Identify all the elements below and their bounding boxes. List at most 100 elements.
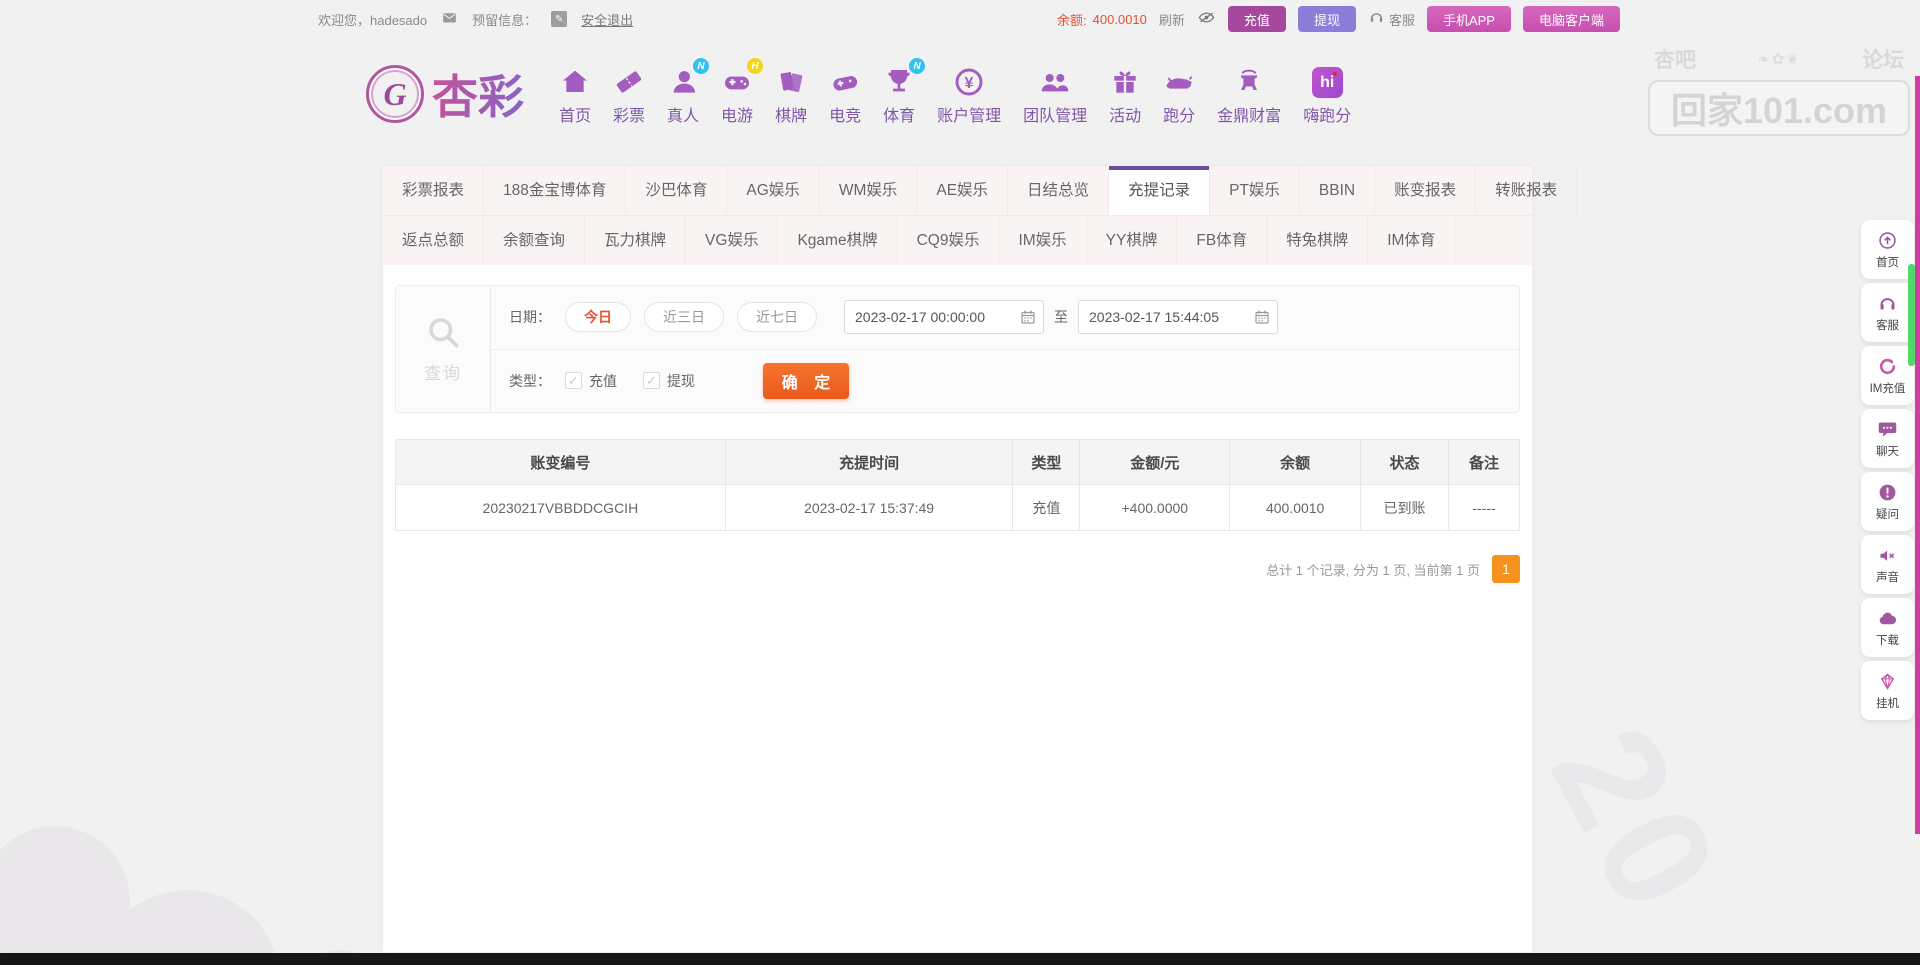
topbar: 欢迎您，hadesado 预留信息： ✎ 安全退出 余额: 400.0010 刷… bbox=[0, 0, 1920, 38]
tab-ae-yule[interactable]: AE娱乐 bbox=[917, 166, 1009, 215]
nav-item-account[interactable]: ¥ 账户管理 bbox=[937, 62, 1001, 126]
tab-cq9-yule[interactable]: CQ9娱乐 bbox=[898, 216, 1000, 265]
nav-item-promotions[interactable]: 活动 bbox=[1109, 62, 1141, 126]
magnifier-icon bbox=[425, 314, 461, 355]
deposit-button[interactable]: 充值 bbox=[1227, 6, 1286, 32]
badge-n: N bbox=[693, 58, 710, 74]
tab-im-yule[interactable]: IM娱乐 bbox=[999, 216, 1087, 265]
pencil-icon[interactable]: ✎ bbox=[551, 11, 568, 27]
nav-item-hipaofen[interactable]: hi 嗨跑分 bbox=[1303, 62, 1351, 126]
tab-fb-tiyu[interactable]: FB体育 bbox=[1177, 216, 1268, 265]
tab-zhuanzhang-baobiao[interactable]: 转账报表 bbox=[1476, 166, 1578, 215]
col-header-status: 状态 bbox=[1360, 439, 1449, 485]
tab-yy-qipai[interactable]: YY棋牌 bbox=[1087, 216, 1178, 265]
tab-wm-yule[interactable]: WM娱乐 bbox=[820, 166, 918, 215]
sidebar-item-download[interactable]: 下载 bbox=[1861, 598, 1914, 657]
mail-icon[interactable] bbox=[441, 9, 458, 29]
nav-item-cards[interactable]: 棋牌 bbox=[775, 62, 807, 126]
search-column: 查询 bbox=[396, 286, 491, 412]
main-nav: 首页 彩票 N 真人 H 电游 棋牌 电竞 N 体育 ¥ 账户管理 团队管理 活… bbox=[548, 58, 1362, 126]
tab-rijie-zonglan[interactable]: 日结总览 bbox=[1008, 166, 1110, 215]
nav-item-sports[interactable]: N 体育 bbox=[883, 58, 926, 126]
refresh-link[interactable]: 刷新 bbox=[1159, 10, 1185, 29]
date-to-wrap bbox=[1078, 300, 1278, 335]
nav-item-paofen[interactable]: 跑分 bbox=[1163, 62, 1195, 126]
sidebar-label: 声音 bbox=[1876, 572, 1899, 584]
badge-n: N bbox=[909, 58, 926, 74]
tab-yue-chaxun[interactable]: 余额查询 bbox=[484, 216, 586, 265]
tab-ag-yule[interactable]: AG娱乐 bbox=[727, 166, 820, 215]
scrollbar-thumb[interactable] bbox=[1908, 264, 1915, 366]
arrow-up-circle-icon bbox=[1877, 229, 1898, 251]
confirm-button[interactable]: 确 定 bbox=[763, 362, 849, 399]
nav-label: 嗨跑分 bbox=[1303, 108, 1352, 125]
pc-client-button[interactable]: 电脑客户端 bbox=[1522, 6, 1620, 32]
headset-icon bbox=[1877, 292, 1898, 314]
tab-tetu-qipai[interactable]: 特兔棋牌 bbox=[1267, 216, 1369, 265]
nav-item-egames[interactable]: H 电游 bbox=[721, 58, 764, 126]
balance-label: 余额: bbox=[1057, 12, 1087, 28]
withdraw-checkbox[interactable]: ✓ 提现 bbox=[643, 371, 695, 391]
quick-7days-button[interactable]: 近七日 bbox=[737, 302, 817, 333]
sidebar-item-service[interactable]: 客服 bbox=[1861, 283, 1914, 342]
live-dealer-icon: N bbox=[667, 58, 710, 98]
gift-icon bbox=[1109, 62, 1141, 98]
esports-gamepad-icon bbox=[829, 62, 861, 98]
nav-item-live[interactable]: N 真人 bbox=[667, 58, 710, 126]
logout-link[interactable]: 安全退出 bbox=[581, 10, 633, 29]
tab-zhangbian-baobiao[interactable]: 账变报表 bbox=[1375, 166, 1477, 215]
tab-vg-yule[interactable]: VG娱乐 bbox=[686, 216, 779, 265]
sidebar-item-question[interactable]: 疑问 bbox=[1861, 472, 1914, 531]
to-label: 至 bbox=[1054, 309, 1068, 326]
floating-sidebar: 首页 客服 IM充值 聊天 疑问 声音 下载 挂机 bbox=[1861, 220, 1914, 724]
nav-item-jinding[interactable]: 金鼎财富 bbox=[1217, 62, 1281, 126]
tab-im-tiyu[interactable]: IM体育 bbox=[1368, 216, 1456, 265]
nav-item-team[interactable]: 团队管理 bbox=[1023, 62, 1087, 126]
diamond-icon bbox=[1877, 670, 1898, 692]
cell-remark: ----- bbox=[1448, 484, 1520, 531]
page-1-button[interactable]: 1 bbox=[1492, 555, 1520, 583]
sidebar-label: 聊天 bbox=[1876, 446, 1899, 458]
mobile-app-button[interactable]: 手机APP bbox=[1426, 6, 1511, 32]
customer-service-link[interactable]: 客服 bbox=[1368, 9, 1415, 29]
decor-big-number: 20 bbox=[1519, 701, 1754, 942]
nav-label: 活动 bbox=[1109, 108, 1142, 125]
nav-item-lottery[interactable]: 彩票 bbox=[613, 62, 645, 126]
tab-fandian-zonge[interactable]: 返点总额 bbox=[383, 216, 485, 265]
tab-188-jinbaobo[interactable]: 188金宝博体育 bbox=[484, 166, 627, 215]
nav-item-esports[interactable]: 电竞 bbox=[829, 62, 861, 126]
tab-caipiao-baobiao[interactable]: 彩票报表 bbox=[383, 166, 485, 215]
watermark-domain: 回家101.com bbox=[1648, 80, 1910, 136]
sidebar-item-im-recharge[interactable]: IM充值 bbox=[1861, 346, 1914, 405]
site-logo[interactable]: G 杏彩 bbox=[366, 61, 524, 127]
sidebar-item-hangup[interactable]: 挂机 bbox=[1861, 661, 1914, 720]
cloud-download-icon bbox=[1877, 607, 1898, 629]
tab-pt-yule[interactable]: PT娱乐 bbox=[1210, 166, 1300, 215]
sidebar-item-sound[interactable]: 声音 bbox=[1861, 535, 1914, 594]
sidebar-item-chat[interactable]: 聊天 bbox=[1861, 409, 1914, 468]
tab-kgame-qipai[interactable]: Kgame棋牌 bbox=[778, 216, 898, 265]
tab-wali-qipai[interactable]: 瓦力棋牌 bbox=[585, 216, 687, 265]
deposit-checkbox[interactable]: ✓ 充值 bbox=[565, 371, 617, 391]
nav-label: 体育 bbox=[883, 108, 916, 125]
table-row: 20230217VBBDDCGCIH 2023-02-17 15:37:49 充… bbox=[395, 484, 1520, 531]
sidebar-item-home[interactable]: 首页 bbox=[1861, 220, 1914, 279]
tab-chuti-jilu-active[interactable]: 充提记录 bbox=[1109, 166, 1211, 215]
cell-record-id: 20230217VBBDDCGCIH bbox=[395, 484, 726, 531]
tab-bbin[interactable]: BBIN bbox=[1300, 166, 1376, 215]
nav-item-home[interactable]: 首页 bbox=[559, 62, 591, 126]
tab-shaba-tiyu[interactable]: 沙巴体育 bbox=[626, 166, 728, 215]
rhino-icon bbox=[1163, 62, 1195, 98]
table-header-row: 账变编号 充提时间 类型 金额/元 余额 状态 备注 bbox=[395, 439, 1520, 485]
withdraw-button[interactable]: 提现 bbox=[1297, 6, 1356, 32]
col-header-balance: 余额 bbox=[1229, 439, 1362, 485]
cell-time: 2023-02-17 15:37:49 bbox=[724, 484, 1014, 531]
date-to-input[interactable] bbox=[1078, 300, 1278, 335]
nav-label: 团队管理 bbox=[1023, 108, 1088, 125]
quick-today-button[interactable]: 今日 bbox=[565, 302, 631, 333]
quick-3days-button[interactable]: 近三日 bbox=[644, 302, 724, 333]
date-from-input[interactable] bbox=[844, 300, 1044, 335]
type-label: 类型： bbox=[509, 372, 551, 389]
eye-slash-icon[interactable] bbox=[1197, 8, 1216, 30]
people-group-icon bbox=[1039, 62, 1071, 98]
